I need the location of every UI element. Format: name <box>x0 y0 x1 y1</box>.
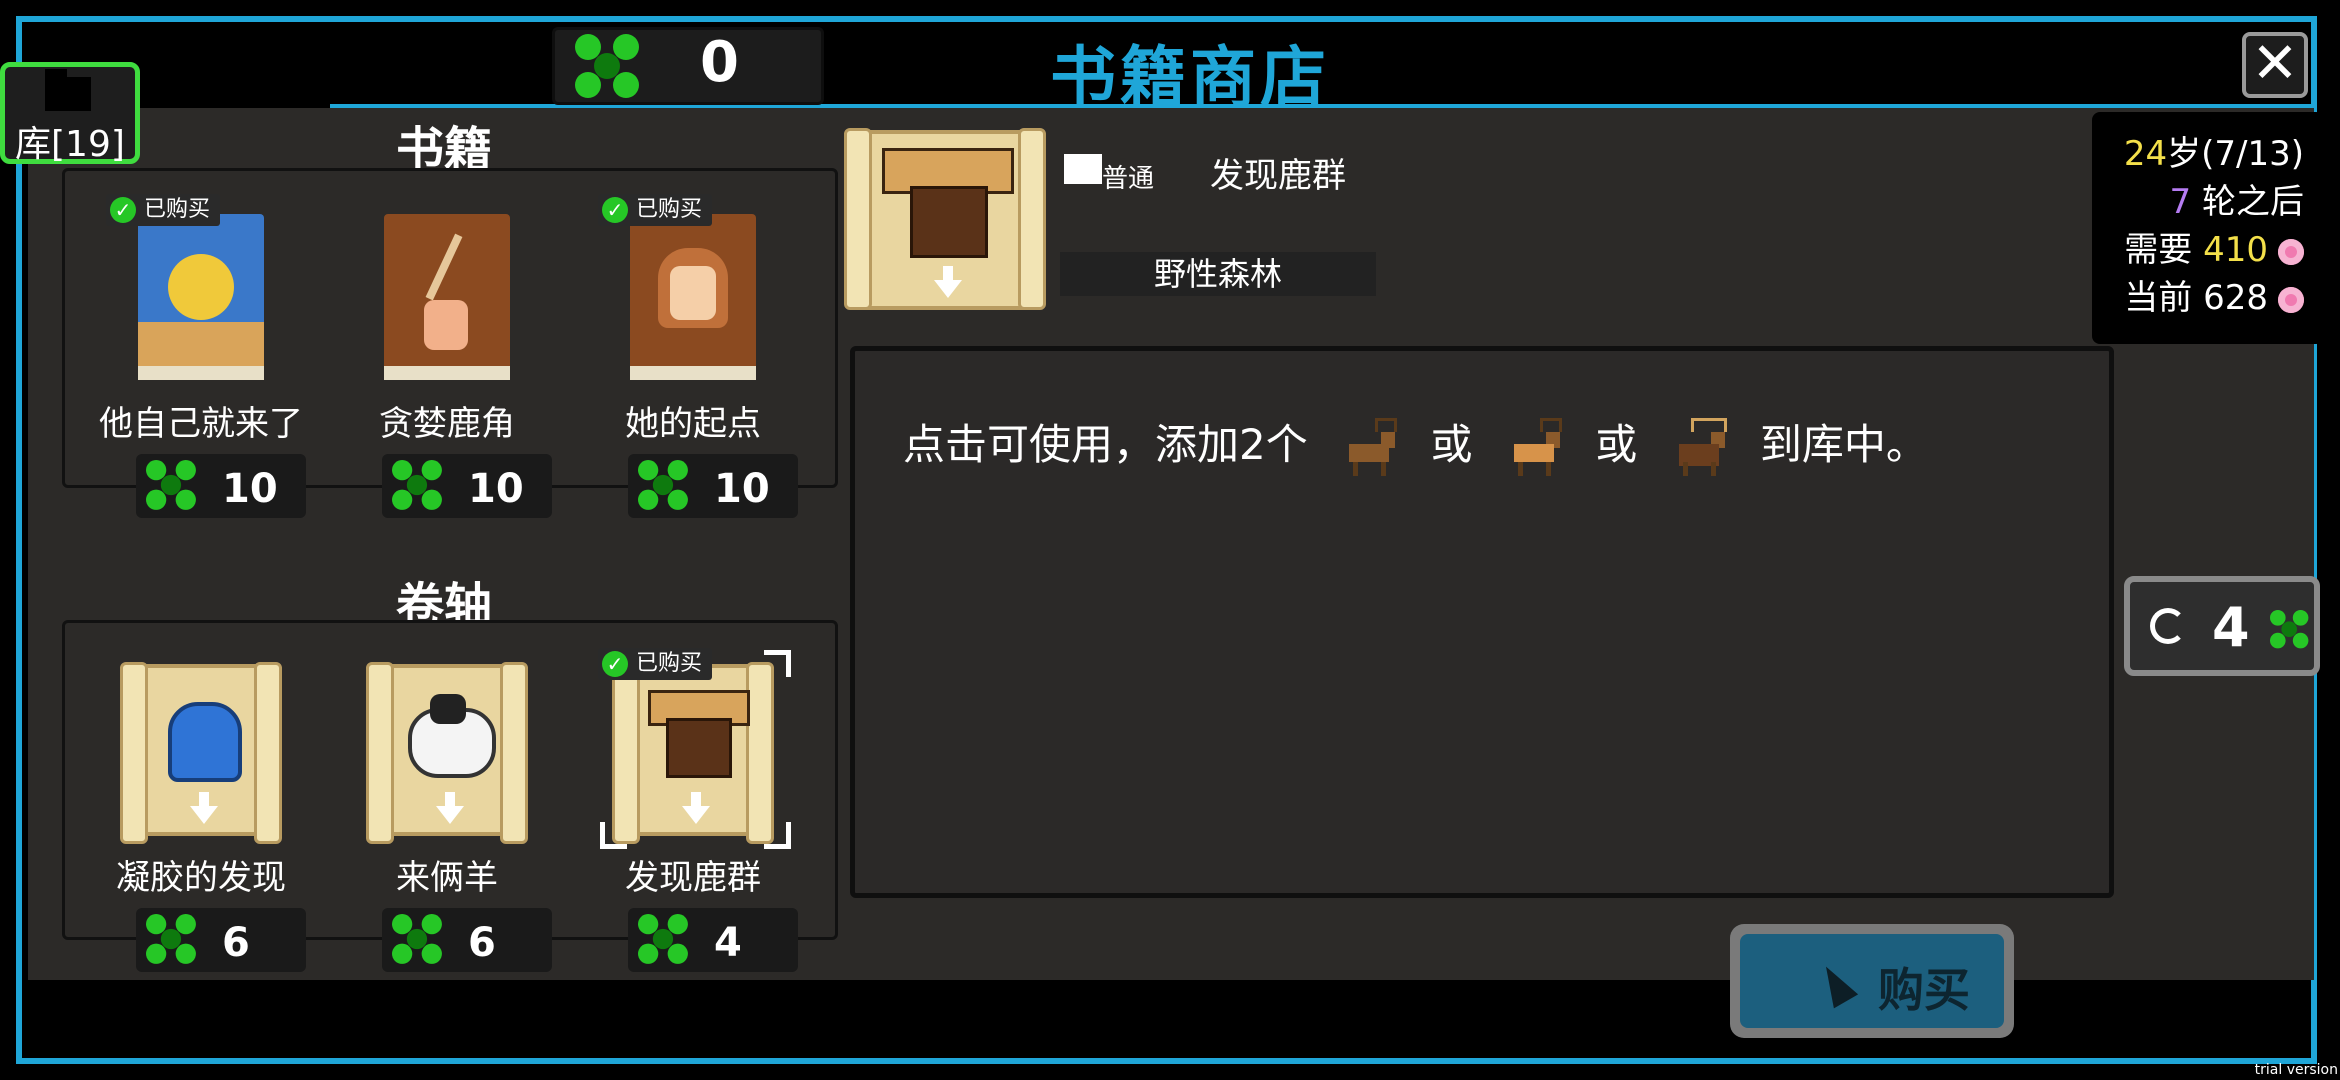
clover-icon <box>146 460 196 510</box>
refresh-icon <box>2150 608 2186 644</box>
need-line: 需要 410 <box>2124 222 2304 271</box>
book-cover-image <box>618 200 768 380</box>
turns-line: 7 轮之后 <box>2170 174 2304 223</box>
need-label: 需要 <box>2124 230 2193 270</box>
current-value: 628 <box>2203 278 2268 318</box>
close-button[interactable]: ✕ <box>2242 32 2308 98</box>
rarity-icon <box>1064 154 1102 184</box>
description-prefix: 点击可使用，添加2个 <box>903 420 1308 469</box>
bought-label: 已购买 <box>144 197 211 222</box>
clover-currency <box>552 27 824 105</box>
buy-button[interactable]: 购买 <box>1730 924 2014 1038</box>
price-amount: 10 <box>714 466 770 512</box>
clover-icon <box>575 34 639 98</box>
check-icon: ✓ <box>110 197 136 223</box>
folder-icon <box>45 69 91 111</box>
book-name: 他自己就来了 <box>99 404 303 444</box>
clover-icon <box>2270 610 2309 649</box>
library-label: 库[19] <box>15 124 125 165</box>
current-label: 当前 <box>2124 278 2193 318</box>
status-panel: 24岁(7/13) 7 轮之后 需要 410 当前 628 <box>2092 112 2324 344</box>
book-name: 她的起点 <box>625 404 761 444</box>
bought-badge: ✓ 已购买 <box>106 194 221 226</box>
description-or: 或 <box>1595 420 1638 469</box>
detail-name: 发现鹿群 <box>1210 156 1346 196</box>
scroll-name: 凝胶的发现 <box>116 858 286 898</box>
library-tab[interactable]: 库[19] <box>0 62 140 165</box>
moose-icon <box>1669 417 1729 478</box>
moose-head-icon <box>910 186 988 258</box>
age-unit: 岁 <box>2167 134 2202 174</box>
scroll-price: 6 <box>382 908 552 972</box>
book-cover-image <box>372 200 522 380</box>
description-suffix: 到库中。 <box>1759 420 1928 469</box>
refresh-button[interactable]: 4 <box>2124 576 2320 676</box>
current-line: 当前 628 <box>2124 270 2304 319</box>
arrow-down-icon <box>682 792 710 824</box>
scroll-image <box>120 654 282 844</box>
scroll-price: 6 <box>136 908 306 972</box>
deer-icon <box>1339 417 1399 478</box>
currency-count: 0 <box>700 30 739 95</box>
age-progress: (7/13) <box>2201 134 2304 174</box>
bought-badge: ✓ 已购买 <box>598 194 713 226</box>
flower-icon <box>2278 286 2304 313</box>
book-price: 10 <box>382 454 552 518</box>
bought-label: 已购买 <box>636 651 703 676</box>
arrow-down-icon <box>934 266 962 298</box>
price-amount: 6 <box>468 920 496 966</box>
turns-value: 7 <box>2169 182 2192 222</box>
book-name: 贪婪鹿角 <box>379 404 515 444</box>
book-cover-image <box>126 200 276 380</box>
detail-scroll-image <box>844 120 1050 310</box>
clover-icon <box>392 460 442 510</box>
cursor-icon <box>1813 959 1859 1009</box>
flower-icon <box>2278 238 2304 265</box>
detail-place: 野性森林 <box>1060 252 1376 296</box>
price-amount: 10 <box>468 466 524 512</box>
description-or: 或 <box>1430 420 1473 469</box>
age-line: 24岁(7/13) <box>2124 126 2304 175</box>
book-price: 10 <box>628 454 798 518</box>
buy-label: 购买 <box>1878 963 1970 1017</box>
bought-label: 已购买 <box>636 197 703 222</box>
scroll-price: 4 <box>628 908 798 972</box>
scroll-image <box>612 654 774 844</box>
price-amount: 6 <box>222 920 250 966</box>
turns-label: 轮之后 <box>2202 182 2304 222</box>
price-amount: 10 <box>222 466 278 512</box>
age-value: 24 <box>2123 134 2168 174</box>
refresh-count: 4 <box>2212 596 2250 659</box>
moose-head-icon <box>666 718 732 778</box>
price-amount: 4 <box>714 920 742 966</box>
check-icon: ✓ <box>602 651 628 677</box>
description-box: 点击可使用，添加2个 或 或 到库中。 <box>850 346 2114 898</box>
clover-icon <box>638 914 688 964</box>
gel-icon <box>168 702 242 782</box>
scroll-image <box>366 654 528 844</box>
scroll-name: 发现鹿群 <box>625 858 761 898</box>
check-icon: ✓ <box>602 197 628 223</box>
clover-icon <box>392 914 442 964</box>
watermark: trial version <box>2254 1062 2338 1078</box>
spotted-deer-icon <box>1504 417 1564 478</box>
clover-icon <box>146 914 196 964</box>
bought-badge: ✓ 已购买 <box>598 648 713 680</box>
arrow-down-icon <box>190 792 218 824</box>
clover-icon <box>638 460 688 510</box>
book-price: 10 <box>136 454 306 518</box>
scroll-name: 来俩羊 <box>396 858 498 898</box>
page-title: 书籍商店 <box>1050 39 1330 116</box>
arrow-down-icon <box>436 792 464 824</box>
rarity-label: 普通 <box>1102 164 1155 194</box>
description-text: 点击可使用，添加2个 或 或 到库中。 <box>903 411 1928 478</box>
need-value: 410 <box>2203 230 2268 270</box>
